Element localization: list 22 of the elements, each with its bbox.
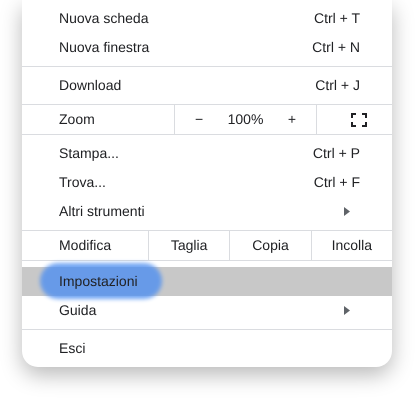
shortcut-label: Ctrl + P — [312, 144, 360, 163]
edit-action-button[interactable]: Taglia — [148, 231, 230, 260]
zoom-in-button[interactable]: + — [284, 109, 300, 130]
menu-item[interactable]: Esci — [22, 334, 392, 363]
menu-item[interactable]: Altri strumenti — [22, 197, 392, 226]
menu-item[interactable]: Download Ctrl + J — [22, 71, 392, 100]
edit-action-button[interactable]: Incolla — [310, 231, 392, 260]
menu-item[interactable]: Trova... Ctrl + F — [22, 168, 392, 197]
menu-item[interactable]: Nuova scheda Ctrl + T — [22, 4, 392, 33]
edit-label: Modifica — [58, 236, 112, 255]
menu-item[interactable]: Guida — [22, 296, 392, 325]
shortcut-label: Ctrl + N — [312, 38, 360, 57]
zoom-value: 100% — [228, 110, 264, 129]
zoom-out-button[interactable]: − — [191, 109, 208, 130]
shortcut-label: Ctrl + F — [314, 173, 360, 192]
menu-item[interactable]: Stampa... Ctrl + P — [22, 139, 392, 168]
fullscreen-icon[interactable] — [350, 112, 366, 126]
shortcut-label: Ctrl + T — [314, 9, 360, 28]
zoom-label: Zoom — [58, 110, 96, 129]
shortcut-label: Ctrl + J — [315, 76, 360, 95]
menu-item[interactable]: Nuova finestra Ctrl + N — [22, 33, 392, 62]
edit-action-button[interactable]: Copia — [229, 231, 311, 260]
